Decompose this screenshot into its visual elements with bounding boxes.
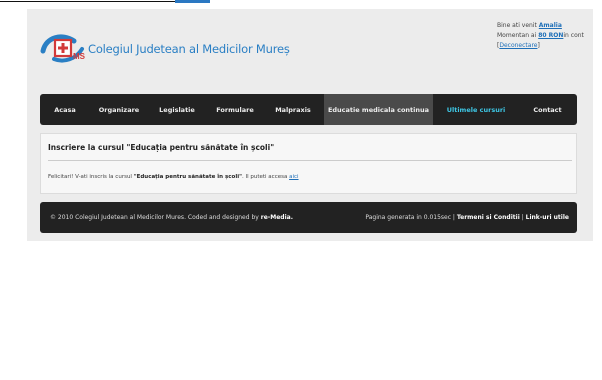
page-title: Inscriere la cursul "Educația pentru săn… <box>48 143 275 152</box>
greeting-line: Bine ati venit Amalia <box>497 21 593 31</box>
balance-line: Momentan ai 80 RONin cont <box>497 31 593 41</box>
balance-suffix: in cont <box>563 32 584 39</box>
footer: © 2010 Colegiul Judetean al Medicilor Mu… <box>40 202 577 233</box>
useful-links-link[interactable]: Link-uri utile <box>526 214 569 221</box>
course-name: "Educația pentru sănătate în școli" <box>133 174 242 180</box>
nav-item-educatie-medicala[interactable]: Educatie medicala continua <box>324 94 433 125</box>
top-edge-line-dark <box>0 1 175 2</box>
title-divider <box>48 160 572 161</box>
greeting-text: Bine ati venit <box>497 22 537 29</box>
logout-line: [Deconectare] <box>497 42 540 49</box>
user-name-link[interactable]: Amalia <box>539 22 562 29</box>
copyright-text: © 2010 Colegiul Judetean al Medicilor Mu… <box>50 214 259 221</box>
nav-item-ultimele-cursuri[interactable]: Ultimele cursuri <box>436 94 516 125</box>
top-edge-line <box>0 0 210 4</box>
nav-item-acasa[interactable]: Acasa <box>40 94 90 125</box>
nav-item-legislatie[interactable]: Legislatie <box>148 94 206 125</box>
nav-item-malpraxis[interactable]: Malpraxis <box>264 94 322 125</box>
user-panel: Bine ati venit Amalia Momentan ai 80 RON… <box>497 21 593 51</box>
college-logo-icon[interactable]: MS <box>40 29 86 65</box>
footer-links: Pagina generata in 0.015sec | Termeni si… <box>365 214 569 221</box>
main-navigation: Acasa Organizare Legislatie Formulare Ma… <box>40 94 577 125</box>
generation-time: Pagina generata in 0.015sec | <box>365 214 455 221</box>
page-container: MS Colegiul Judetean al Medicilor Mureș … <box>27 9 593 241</box>
message-prefix: Felicitari! V-ati inscris la cursul <box>48 174 132 180</box>
footer-separator: | <box>521 214 524 221</box>
terms-link[interactable]: Termeni si Conditii <box>457 214 520 221</box>
designer-name[interactable]: re-Media. <box>261 214 293 221</box>
top-edge-line-blue <box>175 0 210 3</box>
confirmation-message: Felicitari! V-ati inscris la cursul "Edu… <box>48 174 299 180</box>
logout-link[interactable]: Deconectare <box>499 42 537 49</box>
balance-prefix: Momentan ai <box>497 32 537 39</box>
logo-monogram: MS <box>73 52 86 61</box>
nav-item-organizare[interactable]: Organizare <box>90 94 148 125</box>
nav-item-contact[interactable]: Contact <box>518 94 577 125</box>
message-middle: . Il puteti accesa <box>241 174 288 180</box>
nav-item-formulare[interactable]: Formulare <box>206 94 264 125</box>
site-title[interactable]: Colegiul Judetean al Medicilor Mureș <box>88 42 290 56</box>
balance-link[interactable]: 80 RON <box>538 32 563 39</box>
footer-copyright: © 2010 Colegiul Judetean al Medicilor Mu… <box>50 214 293 221</box>
content-box: Inscriere la cursul "Educația pentru săn… <box>40 133 577 194</box>
course-access-link[interactable]: aici <box>289 174 298 180</box>
